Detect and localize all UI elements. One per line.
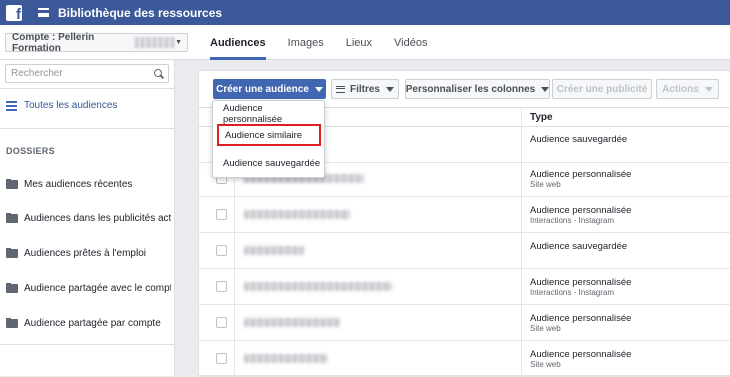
row-checkbox[interactable] — [216, 245, 227, 256]
section-title: DOSSIERS — [6, 146, 55, 156]
account-label: Compte : Pellerin Formation — [12, 31, 95, 54]
sidebar-folder-recent[interactable]: Mes audiences récentes — [6, 179, 171, 190]
hamburger-icon[interactable] — [38, 8, 49, 17]
search-input[interactable]: Rechercher — [5, 64, 169, 83]
table-row[interactable]: Audience sauvegardée — [199, 233, 730, 269]
redacted-audience-name — [244, 318, 340, 327]
filters-label: Filtres — [349, 83, 380, 95]
redacted-account-id — [135, 37, 176, 48]
customize-columns-button[interactable]: Personnaliser les colonnes — [405, 79, 550, 99]
folder-label: Audiences prêtes à l'emploi — [24, 248, 146, 259]
redacted-audience-name — [244, 354, 328, 363]
create-ad-button[interactable]: Créer une publicité — [552, 79, 652, 99]
folder-icon — [6, 213, 18, 223]
row-subtype: Interactions - Instagram — [530, 288, 615, 297]
row-type: Audience personnalisée — [530, 169, 632, 180]
sidebar-item-label: Toutes les audiences — [24, 100, 118, 111]
row-subtype: Interactions - Instagram — [530, 216, 615, 225]
create-audience-button[interactable]: Créer une audience — [213, 79, 326, 99]
redacted-audience-name — [244, 246, 304, 255]
sidebar-item-all-audiences[interactable]: Toutes les audiences — [6, 100, 117, 111]
table-row[interactable]: Audience personnalisée Interactions - In… — [199, 269, 730, 305]
caret-down-icon — [386, 86, 394, 92]
create-audience-label: Créer une audience — [216, 83, 309, 95]
row-type: Audience sauvegardée — [530, 134, 628, 145]
sidebar-folder-shared-with[interactable]: Audience partagée avec le compte — [6, 283, 171, 294]
row-type: Audience personnalisée — [530, 205, 632, 216]
account-selector[interactable]: Compte : Pellerin Formation ▼ — [5, 31, 188, 54]
row-checkbox[interactable] — [216, 353, 227, 364]
folder-label: Audience partagée avec le compte — [24, 283, 171, 294]
table-row[interactable]: Audience personnalisée Site web — [199, 305, 730, 341]
folder-label: Audience partagée par compte — [24, 318, 161, 329]
folder-label: Mes audiences récentes — [24, 179, 133, 190]
row-checkbox[interactable] — [216, 317, 227, 328]
create-audience-menu: Audience personnalisée Audience similair… — [212, 100, 325, 178]
divider — [0, 344, 175, 345]
caret-down-icon — [541, 86, 550, 92]
folder-icon — [6, 248, 18, 258]
chevron-down-icon: ▼ — [175, 39, 182, 46]
row-type: Audience personnalisée — [530, 277, 632, 288]
menu-item-custom-audience[interactable]: Audience personnalisée — [213, 103, 324, 125]
row-subtype: Site web — [530, 324, 561, 333]
sidebar: Rechercher Toutes les audiences DOSSIERS… — [0, 60, 175, 376]
filter-icon — [335, 85, 345, 93]
facebook-logo-icon[interactable]: f — [6, 4, 22, 21]
search-icon[interactable] — [154, 68, 164, 79]
row-type: Audience sauvegardée — [530, 241, 628, 252]
page-title: Bibliothèque des ressources — [58, 5, 223, 20]
tab-lieux[interactable]: Lieux — [346, 25, 372, 60]
table-row[interactable]: Audience personnalisée Site web — [199, 341, 730, 377]
folder-icon — [6, 179, 18, 189]
sidebar-folder-active-ads[interactable]: Audiences dans les publicités acti... — [6, 213, 171, 224]
row-type: Audience personnalisée — [530, 313, 632, 324]
customize-columns-label: Personnaliser les colonnes — [405, 83, 536, 95]
create-ad-label: Créer une publicité — [556, 83, 648, 95]
column-header-type[interactable]: Type — [530, 112, 553, 123]
actions-label: Actions — [662, 83, 699, 95]
folder-label: Audiences dans les publicités acti... — [24, 213, 171, 224]
folder-icon — [6, 318, 18, 328]
tab-images[interactable]: Images — [288, 25, 324, 60]
redacted-audience-name — [244, 282, 392, 291]
sub-header: Compte : Pellerin Formation ▼ Audiences … — [0, 25, 730, 60]
filters-button[interactable]: Filtres — [331, 79, 399, 99]
sidebar-folder-ready[interactable]: Audiences prêtes à l'emploi — [6, 248, 171, 259]
row-subtype: Site web — [530, 360, 561, 369]
tab-bar: Audiences Images Lieux Vidéos — [210, 25, 449, 60]
search-placeholder: Rechercher — [11, 68, 63, 79]
caret-down-icon — [704, 86, 713, 92]
menu-item-lookalike-audience[interactable]: Audience similaire — [217, 124, 321, 146]
row-checkbox[interactable] — [216, 281, 227, 292]
tab-audiences[interactable]: Audiences — [210, 25, 266, 60]
top-bar: f Bibliothèque des ressources — [0, 0, 730, 25]
table-row[interactable]: Audience personnalisée Interactions - In… — [199, 197, 730, 233]
menu-item-saved-audience[interactable]: Audience sauvegardée — [213, 153, 324, 173]
caret-down-icon — [314, 86, 323, 92]
sidebar-folder-shared-by[interactable]: Audience partagée par compte — [6, 318, 171, 329]
row-type: Audience personnalisée — [530, 349, 632, 360]
divider — [0, 88, 175, 89]
tab-videos[interactable]: Vidéos — [394, 25, 427, 60]
redacted-audience-name — [244, 210, 350, 219]
list-icon — [6, 100, 17, 111]
folder-icon — [6, 283, 18, 293]
row-subtype: Site web — [530, 180, 561, 189]
divider — [0, 128, 175, 129]
row-checkbox[interactable] — [216, 209, 227, 220]
actions-button[interactable]: Actions — [656, 79, 719, 99]
